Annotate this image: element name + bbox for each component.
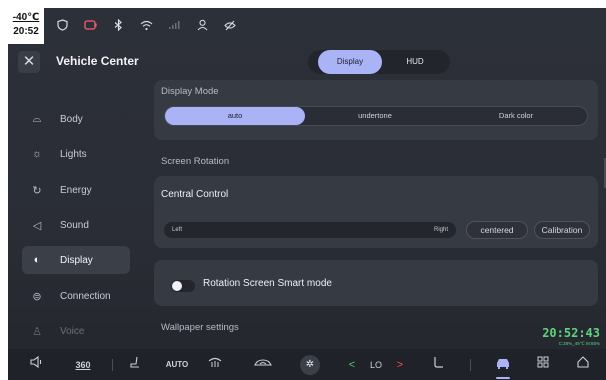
close-icon: ✕ bbox=[22, 53, 36, 70]
chevron-right-icon: > bbox=[396, 359, 404, 371]
overlay-clock-details: C:28%_49℃ M:65% bbox=[558, 341, 600, 346]
view-360-button[interactable]: 360 bbox=[70, 355, 96, 375]
bottom-dock: 360 AUTO ✲ < LO > bbox=[8, 349, 606, 380]
central-control-label: Central Control bbox=[161, 189, 229, 200]
home-icon[interactable] bbox=[574, 355, 592, 375]
tab-bar: Display HUD bbox=[308, 50, 450, 74]
sidebar-item-energy[interactable]: ↻ Energy bbox=[22, 176, 130, 204]
sidebar-item-label: Lights bbox=[60, 148, 87, 160]
fan-icon[interactable]: ✲ bbox=[300, 355, 320, 375]
status-bar: -40℃ 20:52 bbox=[8, 8, 606, 44]
sidebar-item-display[interactable]: ◐ Display bbox=[22, 246, 130, 274]
user-icon bbox=[194, 17, 210, 33]
rotation-slider[interactable]: Left Right bbox=[164, 222, 456, 238]
connection-icon: ⊜ bbox=[32, 290, 42, 303]
sidebar-item-label: Sound bbox=[60, 219, 89, 231]
wifi-icon bbox=[138, 17, 154, 33]
calibration-button[interactable]: Calibration bbox=[534, 221, 590, 239]
display-mode-segmented-control: auto undertone Dark color bbox=[164, 106, 588, 126]
dock-divider bbox=[112, 359, 113, 371]
display-mode-label: Display Mode bbox=[161, 86, 219, 97]
sidebar-item-label: Display bbox=[60, 254, 93, 266]
sidebar-item-connection[interactable]: ⊜ Connection bbox=[22, 282, 130, 310]
speaker-icon: ◁ bbox=[32, 219, 42, 232]
wallpaper-settings-label: Wallpaper settings bbox=[161, 322, 239, 333]
sidebar-item-label: Energy bbox=[60, 184, 92, 196]
display-mode-option-undertone[interactable]: undertone bbox=[305, 107, 445, 125]
speaker-icon[interactable] bbox=[28, 355, 46, 375]
light-icon: ☼ bbox=[31, 148, 43, 160]
chevron-left-icon: < bbox=[348, 359, 356, 371]
sidebar-item-sound[interactable]: ◁ Sound bbox=[22, 211, 130, 239]
slider-left-label: Left bbox=[172, 227, 183, 233]
page-title: Vehicle Center bbox=[56, 54, 139, 68]
temp-time-badge: -40℃ 20:52 bbox=[8, 8, 44, 44]
sidebar-item-lights[interactable]: ☼ Lights bbox=[22, 140, 130, 168]
sidebar-item-voice[interactable]: ♙ Voice bbox=[22, 317, 130, 345]
status-icons bbox=[54, 17, 238, 33]
screen-rotation-label: Screen Rotation bbox=[161, 156, 230, 167]
temperature-value: LO bbox=[369, 360, 382, 370]
sidebar-item-label: Body bbox=[60, 113, 83, 125]
display-mode-option-auto[interactable]: auto bbox=[165, 107, 305, 125]
shield-icon bbox=[54, 17, 70, 33]
defrost-icon[interactable] bbox=[206, 355, 224, 375]
bluetooth-icon bbox=[110, 17, 126, 33]
sidebar-item-label: Connection bbox=[60, 290, 111, 302]
slider-right-label: Right bbox=[433, 227, 448, 233]
toggle-knob bbox=[172, 281, 182, 291]
temp-increase-button[interactable]: > bbox=[394, 355, 406, 375]
display-mode-option-dark[interactable]: Dark color bbox=[445, 107, 587, 125]
dock-divider bbox=[470, 359, 471, 371]
overlay-clock: 20:52:43 bbox=[542, 326, 600, 340]
display-icon: ◐ bbox=[33, 254, 41, 266]
temp-decrease-button[interactable]: < bbox=[346, 355, 358, 375]
centered-button[interactable]: centered bbox=[466, 221, 528, 239]
screen: -40℃ 20:52 ✕ Vehicle Center Display HUD … bbox=[8, 8, 606, 380]
smart-mode-label: Rotation Screen Smart mode bbox=[203, 278, 332, 289]
car-body-icon: ⌓ bbox=[32, 112, 42, 125]
sidebar-item-body[interactable]: ⌓ Body bbox=[22, 105, 130, 133]
hidden-eye-icon bbox=[222, 17, 238, 33]
apps-icon[interactable] bbox=[534, 355, 552, 375]
close-button[interactable]: ✕ bbox=[18, 51, 40, 73]
tab-hud[interactable]: HUD bbox=[388, 50, 442, 74]
car-icon[interactable] bbox=[492, 355, 514, 375]
status-time: 20:52 bbox=[13, 26, 39, 37]
seat-heat-icon[interactable] bbox=[430, 355, 448, 375]
signal-icon bbox=[166, 17, 182, 33]
outside-temperature: -40℃ bbox=[12, 12, 40, 23]
active-indicator bbox=[496, 377, 510, 379]
battery-icon bbox=[82, 17, 98, 33]
tab-display[interactable]: Display bbox=[318, 50, 382, 74]
smart-mode-toggle[interactable] bbox=[171, 280, 195, 292]
sidebar-item-label: Voice bbox=[60, 325, 85, 337]
seat-icon[interactable] bbox=[126, 355, 144, 375]
recirculation-icon[interactable] bbox=[252, 355, 274, 375]
auto-climate-button[interactable]: AUTO bbox=[164, 355, 190, 375]
energy-icon: ↻ bbox=[32, 184, 42, 197]
voice-icon: ♙ bbox=[32, 325, 42, 338]
